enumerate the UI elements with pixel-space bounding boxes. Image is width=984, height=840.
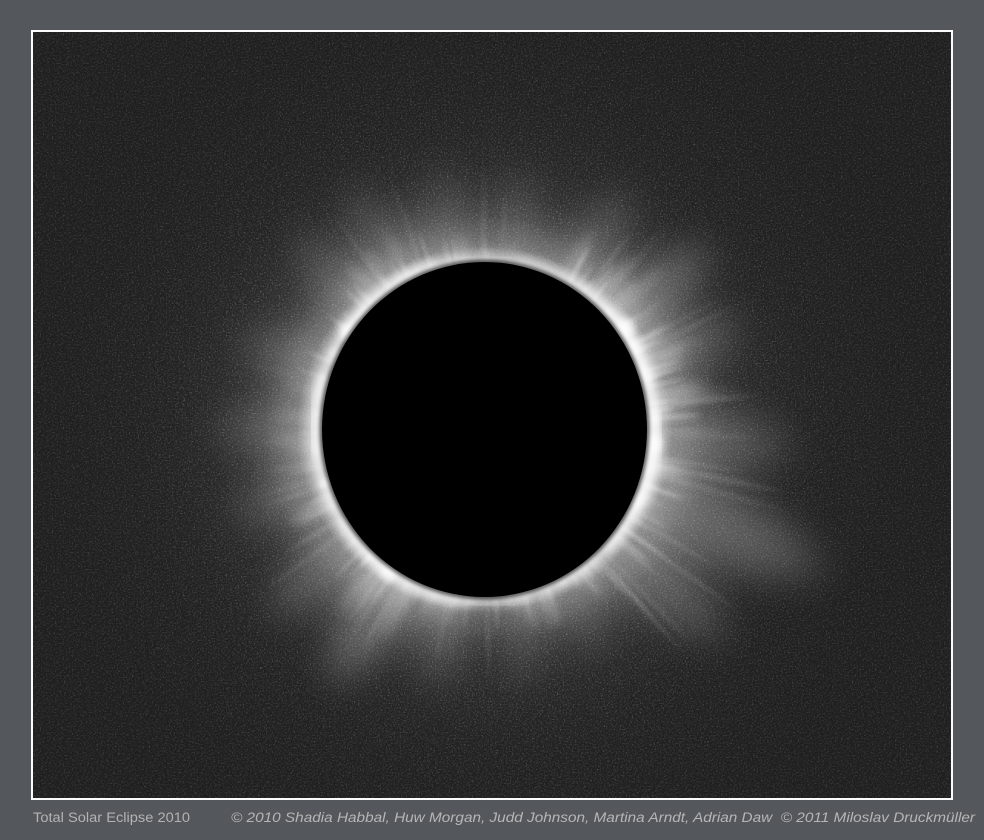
svg-text:© 2010 Shadia Habbal, Huw Morg: © 2010 Shadia Habbal, Huw Morgan, Judd J… [231, 810, 976, 825]
svg-text:Total Solar Eclipse 2010: Total Solar Eclipse 2010 [33, 810, 190, 825]
